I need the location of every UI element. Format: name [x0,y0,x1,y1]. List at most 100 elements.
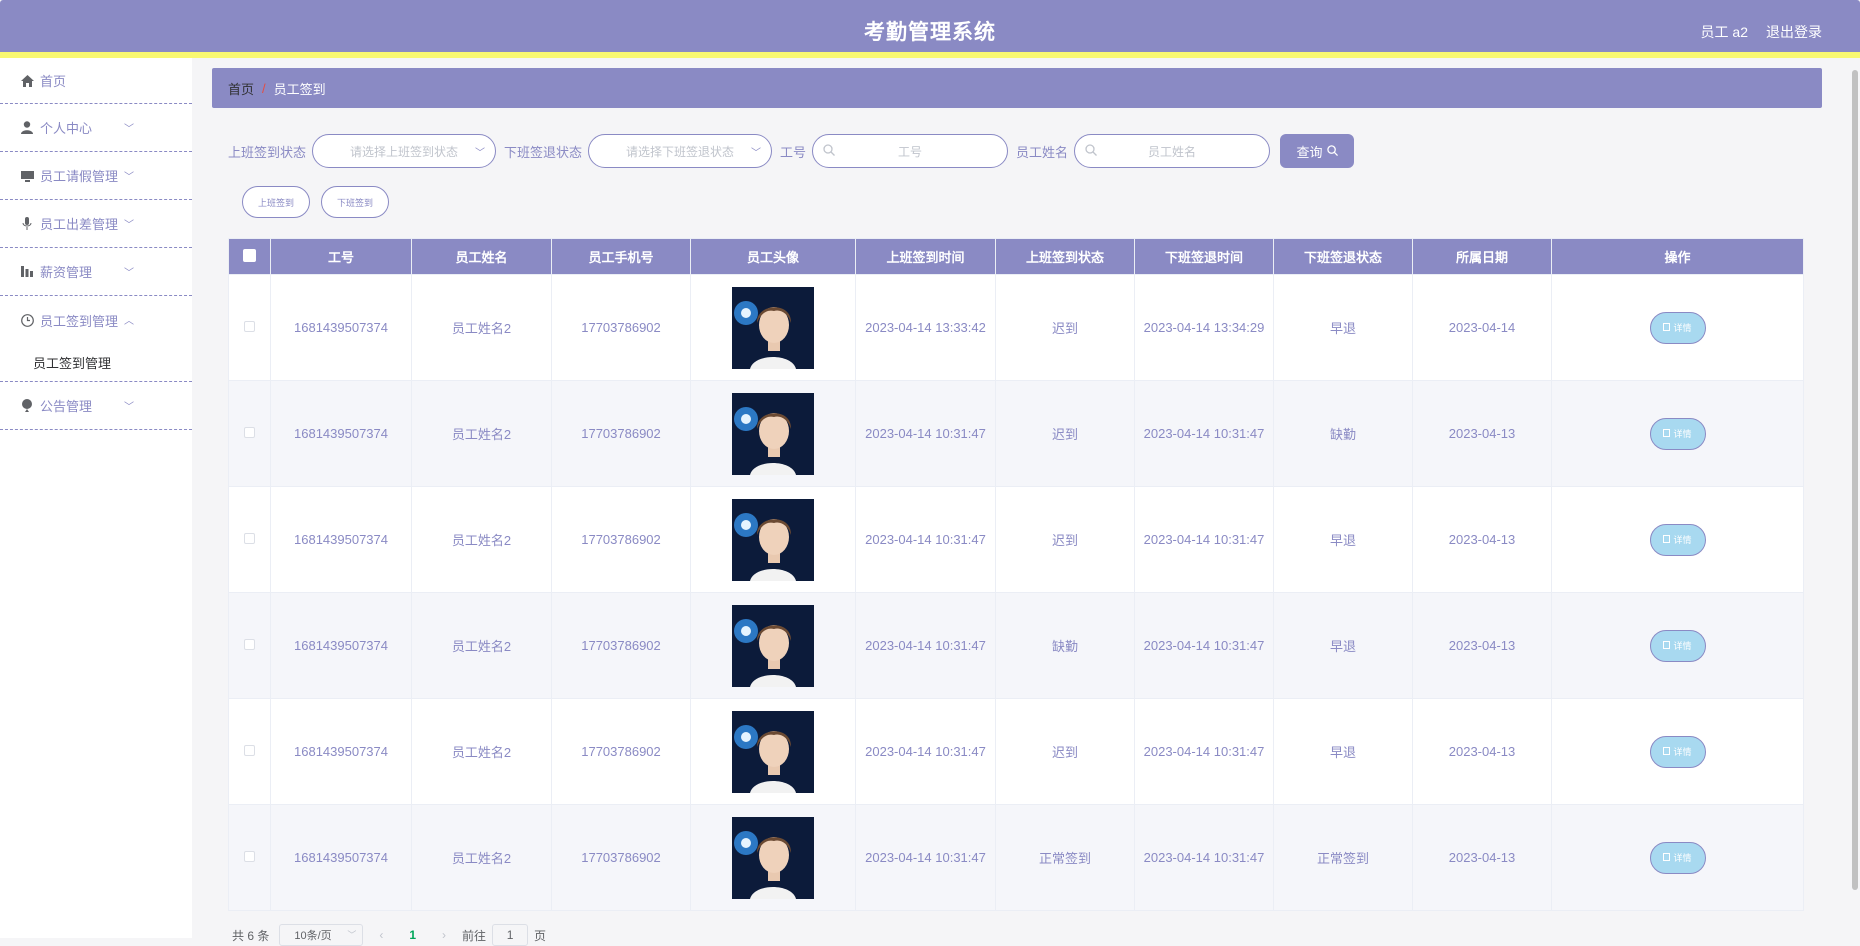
detail-button[interactable]: 详情 [1649,735,1706,768]
avatar-cell [690,804,856,911]
cell-checkin-status: 迟到 [995,274,1135,381]
balloon-icon [20,399,34,413]
search-icon [1085,144,1098,159]
home-icon [20,74,34,88]
employee-id-input[interactable]: 工号 [812,134,1009,168]
cell-phone: 17703786902 [551,380,691,487]
current-page[interactable]: 1 [409,928,416,942]
breadcrumb-home[interactable]: 首页 [228,79,254,98]
column-header: 工号 [270,238,412,275]
breadcrumb: 首页 / 员工签到 [212,68,1822,108]
detail-button-label: 详情 [1673,323,1692,333]
sidebar-item-business-trip[interactable]: 员工出差管理 ﹀ [0,200,192,248]
detail-button[interactable]: 详情 [1649,417,1706,450]
checkin-status-label: 上班签到状态 [228,144,307,160]
logout-link[interactable]: 退出登录 [1766,22,1822,42]
cell-date: 2023-04-13 [1412,486,1552,593]
column-header: 员工头像 [690,238,856,275]
cell-checkout-status: 缺勤 [1273,380,1413,487]
cell-phone: 17703786902 [551,698,691,805]
scrollbar[interactable] [1852,70,1858,890]
current-user: 员工 a2 [1700,24,1748,40]
column-header: 下班签退时间 [1134,238,1274,275]
sidebar-subitem-checkin-manage[interactable]: 员工签到管理 [0,344,192,382]
operation-cell: 详情 [1551,380,1804,487]
checkout-status-select[interactable]: 请选择下班签退状态 ﹀ [588,134,773,168]
sidebar-item-checkin[interactable]: 员工签到管理 ︿ [0,296,192,344]
row-select-cell[interactable] [228,698,271,805]
row-checkbox[interactable] [244,533,255,544]
sidebar-item-label: 公告管理 [40,399,93,414]
cell-checkin-status: 迟到 [995,698,1135,805]
row-checkbox[interactable] [244,639,255,650]
detail-button[interactable]: 详情 [1649,311,1706,344]
checkout-button[interactable]: 下班签到 [321,186,389,218]
document-icon [1663,746,1671,757]
cell-checkout-time: 2023-04-14 10:31:47 [1134,592,1274,699]
employee-id-placeholder: 工号 [898,144,923,159]
sidebar-item-salary[interactable]: 薪资管理 ﹀ [0,248,192,296]
document-icon [1663,852,1671,863]
sidebar-item-notice[interactable]: 公告管理 ﹀ [0,382,192,430]
cell-name: 员工姓名2 [411,274,552,381]
detail-button[interactable]: 详情 [1649,523,1706,556]
chevron-down-icon: ﹀ [124,402,134,413]
checkout-status-placeholder: 请选择下班签退状态 [626,144,735,159]
next-page-icon[interactable]: › [442,928,446,942]
sidebar-item-label: 员工签到管理 [40,313,119,329]
cell-checkin-time: 2023-04-14 10:31:47 [855,486,996,593]
detail-button[interactable]: 详情 [1649,629,1706,662]
document-icon [1663,534,1671,545]
sidebar-item-profile[interactable]: 个人中心 ﹀ [0,104,192,152]
column-header: 操作 [1551,238,1804,275]
app-title: 考勤管理系统 [864,21,996,44]
cell-phone: 17703786902 [551,592,691,699]
cell-checkout-time: 2023-04-14 10:31:47 [1134,486,1274,593]
checkin-status-select[interactable]: 请选择上班签到状态 ﹀ [312,134,497,168]
cell-name: 员工姓名2 [411,486,552,593]
bar-chart-icon [20,265,34,279]
row-select-cell[interactable] [228,804,271,911]
avatar [732,710,814,793]
row-checkbox[interactable] [244,745,255,756]
row-select-cell[interactable] [228,592,271,699]
row-select-cell[interactable] [228,274,271,381]
cell-id: 1681439507374 [270,698,412,805]
row-checkbox[interactable] [244,851,255,862]
sidebar-item-label: 个人中心 [40,121,93,136]
row-select-cell[interactable] [228,486,271,593]
row-checkbox[interactable] [244,427,255,438]
page-size-select[interactable]: 10条/页 ﹀ [279,924,364,946]
cell-date: 2023-04-13 [1412,380,1552,487]
prev-page-icon[interactable]: ‹ [379,928,383,942]
detail-button[interactable]: 详情 [1649,841,1706,874]
column-header: 上班签到状态 [995,238,1135,275]
sidebar-item-leave[interactable]: 员工请假管理 ﹀ [0,152,192,200]
table-row: 1681439507374 员工姓名2 17703786902 2023-04-14… [228,274,1804,381]
sidebar-item-home[interactable]: 首页 [0,58,192,104]
avatar-cell [690,486,856,593]
sidebar-item-label: 员工出差管理 [40,217,119,232]
checkin-button[interactable]: 上班签到 [242,186,310,218]
document-icon [1663,428,1671,439]
checkin-table: 工号 员工姓名 员工手机号 员工头像 上班签到时间 上班签到状态 下班签退时间 … [228,238,1804,911]
operation-cell: 详情 [1551,592,1804,699]
operation-cell: 详情 [1551,804,1804,911]
select-all-checkbox[interactable] [243,248,256,262]
row-select-cell[interactable] [228,380,271,487]
chevron-down-icon: ﹀ [124,172,134,183]
cell-checkin-time: 2023-04-14 10:31:47 [855,592,996,699]
table-row: 1681439507374 员工姓名2 17703786902 2023-04-14… [228,804,1804,911]
cell-checkout-time: 2023-04-14 10:31:47 [1134,804,1274,911]
cell-checkout-status: 早退 [1273,274,1413,381]
select-all-cell[interactable] [228,238,271,275]
cell-checkout-status: 正常签到 [1273,804,1413,911]
cell-date: 2023-04-13 [1412,592,1552,699]
cell-phone: 17703786902 [551,804,691,911]
query-button[interactable]: 查询 [1280,134,1355,168]
goto-page-input[interactable]: 1 [492,924,529,946]
row-checkbox[interactable] [244,321,255,332]
cell-checkout-status: 早退 [1273,486,1413,593]
employee-name-input[interactable]: 员工姓名 [1074,134,1271,168]
detail-button-label: 详情 [1673,641,1692,651]
